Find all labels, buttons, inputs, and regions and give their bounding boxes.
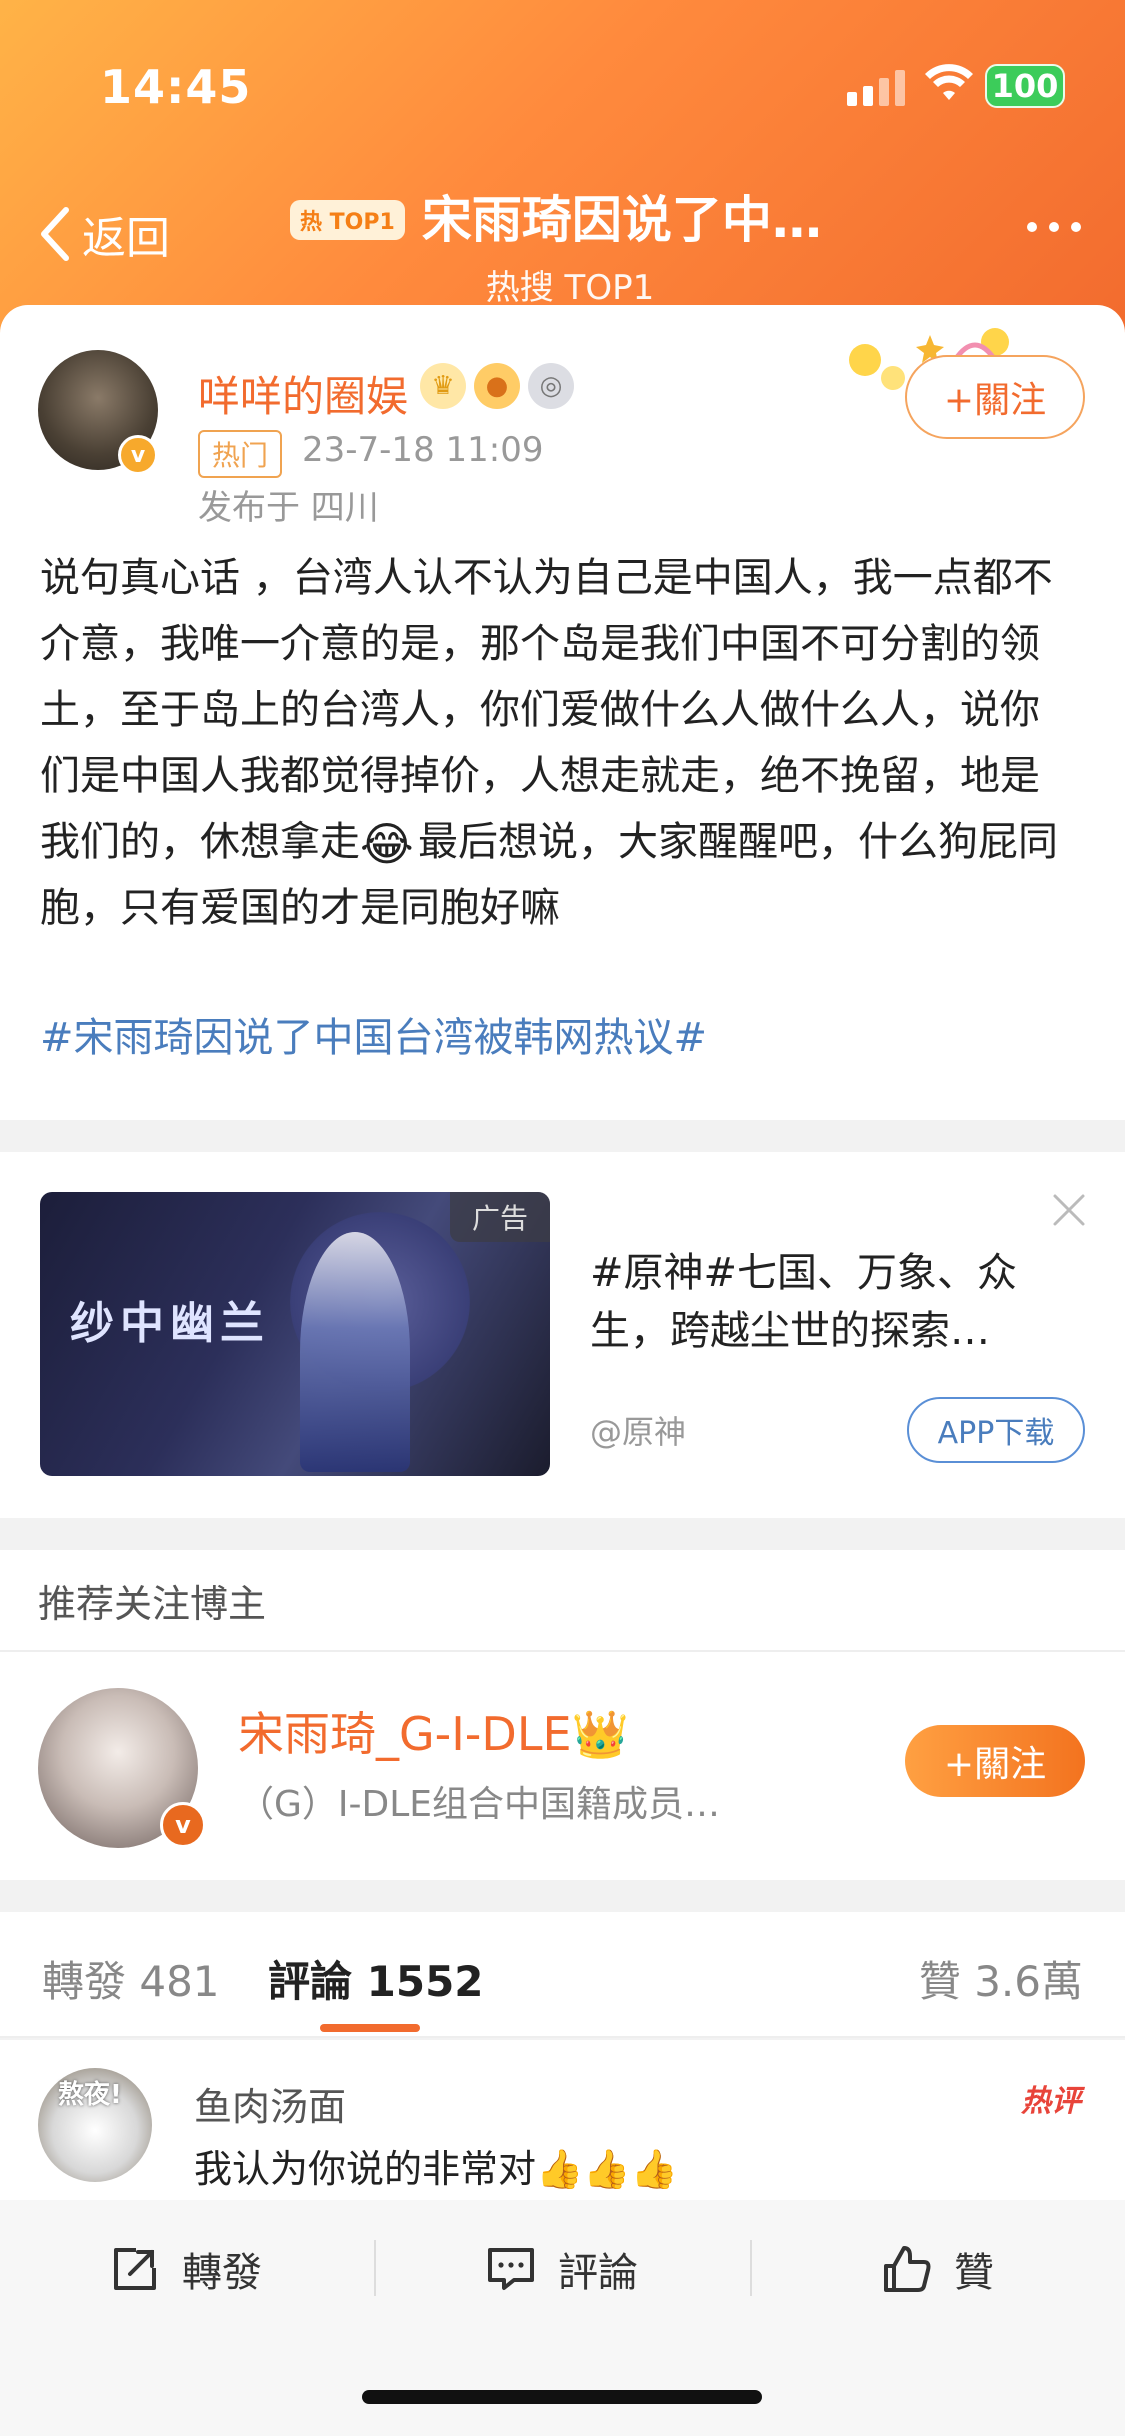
hot-top1-badge: 热 TOP1 [290,200,405,240]
comment-item[interactable]: 熬夜! 鱼肉汤面 我认为你说的非常对👍👍👍 热评 [0,2040,1125,2200]
commenter-avatar[interactable]: 熬夜! [38,2068,152,2182]
more-options-icon[interactable] [1027,222,1081,232]
wifi-icon [925,64,973,100]
bottom-action-bar: 轉發 評論 贊 [0,2200,1125,2436]
post-time: 23-7-18 11:09 [302,430,544,470]
recommend-name[interactable]: 宋雨琦_G-I-DLE👑 [238,1698,629,1764]
commenter-avatar-text: 熬夜! [58,2080,122,2110]
recommend-header: 推荐关注博主 [0,1550,1125,1652]
recommend-desc: （G）I-DLE组合中国籍成员… [238,1784,721,1825]
share-icon [114,2248,156,2290]
fish-icon: ● [474,363,520,409]
tab-comments[interactable]: 評論 1552 [268,1948,484,2009]
author-badges: ♛ ● ◎ [420,363,574,409]
ad-image-title: 纱中幽兰 [70,1298,270,1349]
title-group: 热 TOP1 宋雨琦因说了中… 热搜 TOP1 [290,180,850,309]
tab-repost[interactable]: 轉發 481 [42,1948,220,2009]
repost-label: 轉發 [182,2250,262,2296]
commenter-name[interactable]: 鱼肉汤面 [194,2076,346,2131]
battery-indicator: 100 [985,64,1065,108]
crown-icon: ♛ [420,363,466,409]
hot-comment-badge: 热评 [1021,2084,1081,2119]
post-location: 发布于 四川 [198,488,379,528]
tab-likes[interactable]: 贊 3.6萬 [919,1948,1083,2009]
repost-button[interactable]: 轉發 [108,2240,262,2298]
ad-label: 广告 [450,1192,550,1242]
post-hashtag[interactable]: #宋雨琦因说了中国台湾被韩网热议# [40,1005,707,1063]
interaction-tabs: 轉發 481 評論 1552 贊 3.6萬 [0,1912,1125,2038]
ad-image[interactable]: 纱中幽兰 广告 [40,1192,550,1476]
medal-icon: ◎ [528,363,574,409]
verified-badge-icon: v [160,1802,206,1848]
status-bar: 14:45 100 [0,0,1125,130]
status-time: 14:45 [100,60,252,114]
chevron-left-icon [41,207,69,261]
post-card: v 咩咩的圈娱 ♛ ● ◎ 热门 23-7-18 11:09 发布于 四川 +關… [0,305,1125,1120]
divider [374,2240,376,2296]
post-text: 说句真心话 ，台湾人认不认为自己是中国人，我一点都不介意，我唯一介意的是，那个岛… [40,545,1070,941]
page-subtitle: 热搜 TOP1 [485,268,655,308]
ad-image-character [300,1232,410,1472]
like-button[interactable]: 贊 [880,2240,994,2298]
ad-title[interactable]: #原神#七国、万象、众生，跨越尘世的探索… [590,1244,1090,1360]
signal-icon [847,70,905,106]
divider [750,2240,752,2296]
crying-laughing-emoji-icon: 😂 [360,817,414,871]
ad-source: @原神 [590,1413,687,1451]
hot-tag: 热门 [198,430,283,478]
active-tab-indicator [320,2024,420,2032]
recommend-follow-button[interactable]: +關注 [905,1725,1085,1797]
comment-label: 評論 [558,2250,638,2296]
ad-card[interactable]: 纱中幽兰 广告 #原神#七国、万象、众生，跨越尘世的探索… @原神 APP下载 [0,1152,1125,1518]
author-name[interactable]: 咩咩的圈娱 [198,363,408,424]
back-label: 返回 [82,213,170,264]
nav-bar: 返回 热 TOP1 宋雨琦因说了中… 热搜 TOP1 [0,180,1125,308]
home-indicator[interactable] [362,2390,762,2404]
app-download-button[interactable]: APP下载 [907,1397,1085,1463]
comment-text: 我认为你说的非常对👍👍👍 [194,2147,678,2191]
comment-button[interactable]: 評論 [484,2240,638,2298]
close-icon[interactable] [1051,1192,1087,1228]
follow-button[interactable]: +關注 [905,355,1085,439]
header: 14:45 100 返回 热 TOP1 宋雨琦因说了中… 热搜 TOP1 [0,0,1125,340]
comment-icon [488,2248,534,2290]
like-label: 贊 [954,2250,994,2296]
recommend-section: 推荐关注博主 v 宋雨琦_G-I-DLE👑 （G）I-DLE组合中国籍成员… +… [0,1550,1125,1880]
verified-badge-icon: v [118,435,158,475]
back-button[interactable]: 返回 [34,202,170,266]
page-title: 宋雨琦因说了中… [421,191,822,249]
thumbs-up-icon [884,2246,931,2292]
